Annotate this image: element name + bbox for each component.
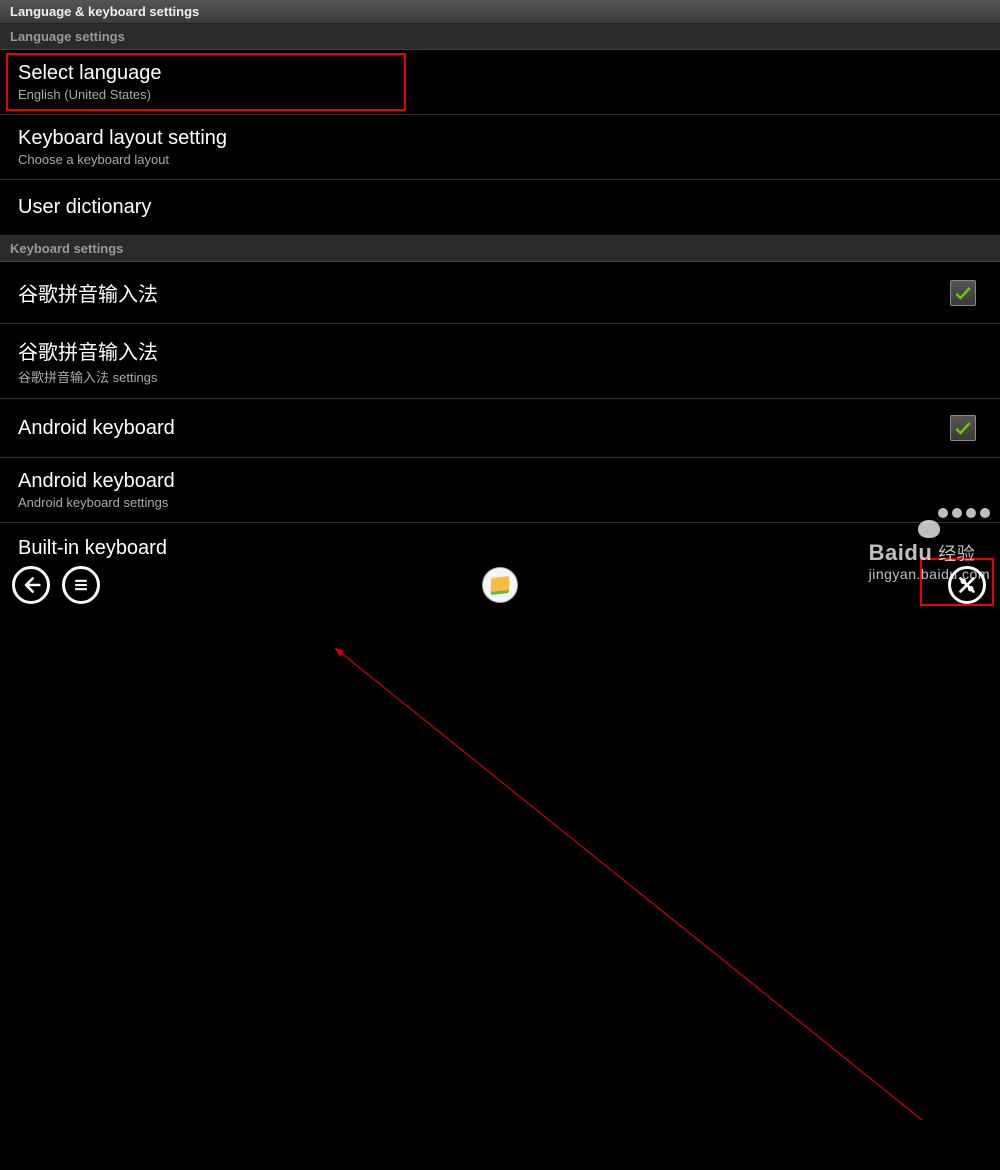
item-android-keyboard-settings[interactable]: Android keyboard Android keyboard settin… [0,458,1000,523]
close-button[interactable] [948,566,986,604]
item-ime-google-pinyin-toggle[interactable]: 谷歌拼音输入法 [0,262,1000,324]
menu-lines-icon [71,575,91,595]
item-primary: 谷歌拼音输入法 [18,278,158,307]
item-keyboard-layout[interactable]: Keyboard layout setting Choose a keyboar… [0,115,1000,180]
title-text: Language & keyboard settings [10,4,199,19]
item-select-language[interactable]: Select language English (United States) [0,50,1000,115]
item-builtin-keyboard[interactable]: Built-in keyboard [0,523,1000,560]
section-header-label: Language settings [10,29,125,44]
item-primary: Built-in keyboard [18,537,167,560]
annotation-arrow [0,560,1000,1170]
title-bar: Language & keyboard settings [0,0,1000,24]
item-primary: User dictionary [18,196,151,219]
item-secondary: 谷歌拼音输入法 settings [18,367,158,386]
section-header-language: Language settings [0,24,1000,50]
close-x-icon [956,574,978,596]
menu-button[interactable] [62,566,100,604]
section-header-keyboard: Keyboard settings [0,236,1000,262]
item-secondary: English (United States) [18,87,161,102]
checkbox-checked-icon[interactable] [950,280,976,306]
arrow-left-icon [21,575,41,595]
item-primary: 谷歌拼音输入法 [18,336,158,365]
back-button[interactable] [12,566,50,604]
item-secondary: Android keyboard settings [18,495,175,510]
item-primary: Keyboard layout setting [18,127,227,150]
checkbox-checked-icon[interactable] [950,415,976,441]
item-ime-google-pinyin-settings[interactable]: 谷歌拼音输入法 谷歌拼音输入法 settings [0,324,1000,399]
item-primary: Select language [18,62,161,85]
item-secondary: Choose a keyboard layout [18,152,227,167]
item-user-dictionary[interactable]: User dictionary [0,180,1000,236]
home-button[interactable] [482,567,518,603]
item-primary: Android keyboard [18,417,175,440]
scroll-area: Language settings Select language Englis… [0,24,1000,560]
section-header-label: Keyboard settings [10,241,123,256]
item-primary: Android keyboard [18,470,175,493]
layers-icon [491,576,509,594]
bottom-bar [0,560,1000,610]
item-android-keyboard-toggle[interactable]: Android keyboard [0,399,1000,458]
